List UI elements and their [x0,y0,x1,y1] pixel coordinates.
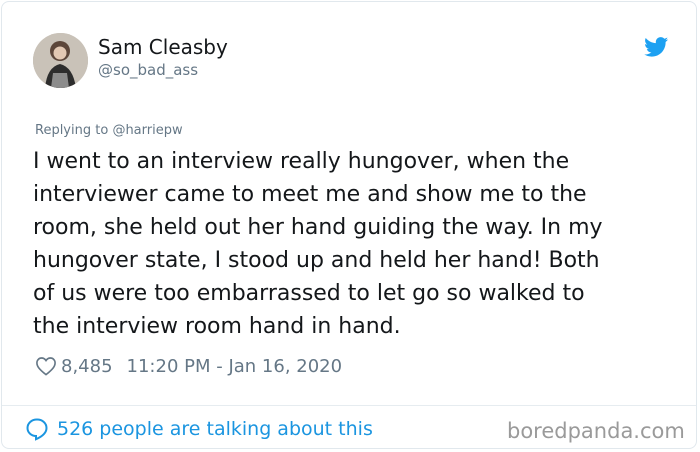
timestamp[interactable]: 11:20 PM - Jan 16, 2020 [127,356,343,377]
tweet-line: room, she held out her hand guiding the … [33,215,603,240]
reply-mention-link[interactable]: @harriepw [112,123,182,138]
conversation-link[interactable]: 526 people are talking about this [25,416,373,442]
heart-outline-icon[interactable] [35,356,57,376]
tweet-line: I went to an interview really hungover, … [33,149,570,174]
avatar[interactable] [33,33,88,88]
tweet-line: hungover state, I stood up and held her … [33,248,600,273]
tweet-card: Sam Cleasby @so_bad_ass Replying to @har… [1,1,697,449]
tweet-text: I went to an interview really hungover, … [33,145,673,343]
author-name[interactable]: Sam Cleasby [98,35,228,59]
tweet-line: the interview room hand in hand. [33,314,401,339]
replying-to: Replying to @harriepw [35,123,183,138]
conversation-count-label[interactable]: 526 people are talking about this [57,418,373,440]
watermark: boredpanda.com [507,419,685,443]
tweet-line: of us were too embarrassed to let go so … [33,281,585,306]
author-handle[interactable]: @so_bad_ass [98,61,198,79]
divider [2,405,696,406]
tweet-meta: 8,485 11:20 PM - Jan 16, 2020 [35,353,342,379]
like-count[interactable]: 8,485 [61,356,113,377]
replying-prefix: Replying to [35,123,109,138]
tweet-line: interviewer came to meet me and show me … [33,182,587,207]
speech-bubble-icon [26,418,48,441]
twitter-bird-icon[interactable] [644,37,669,57]
